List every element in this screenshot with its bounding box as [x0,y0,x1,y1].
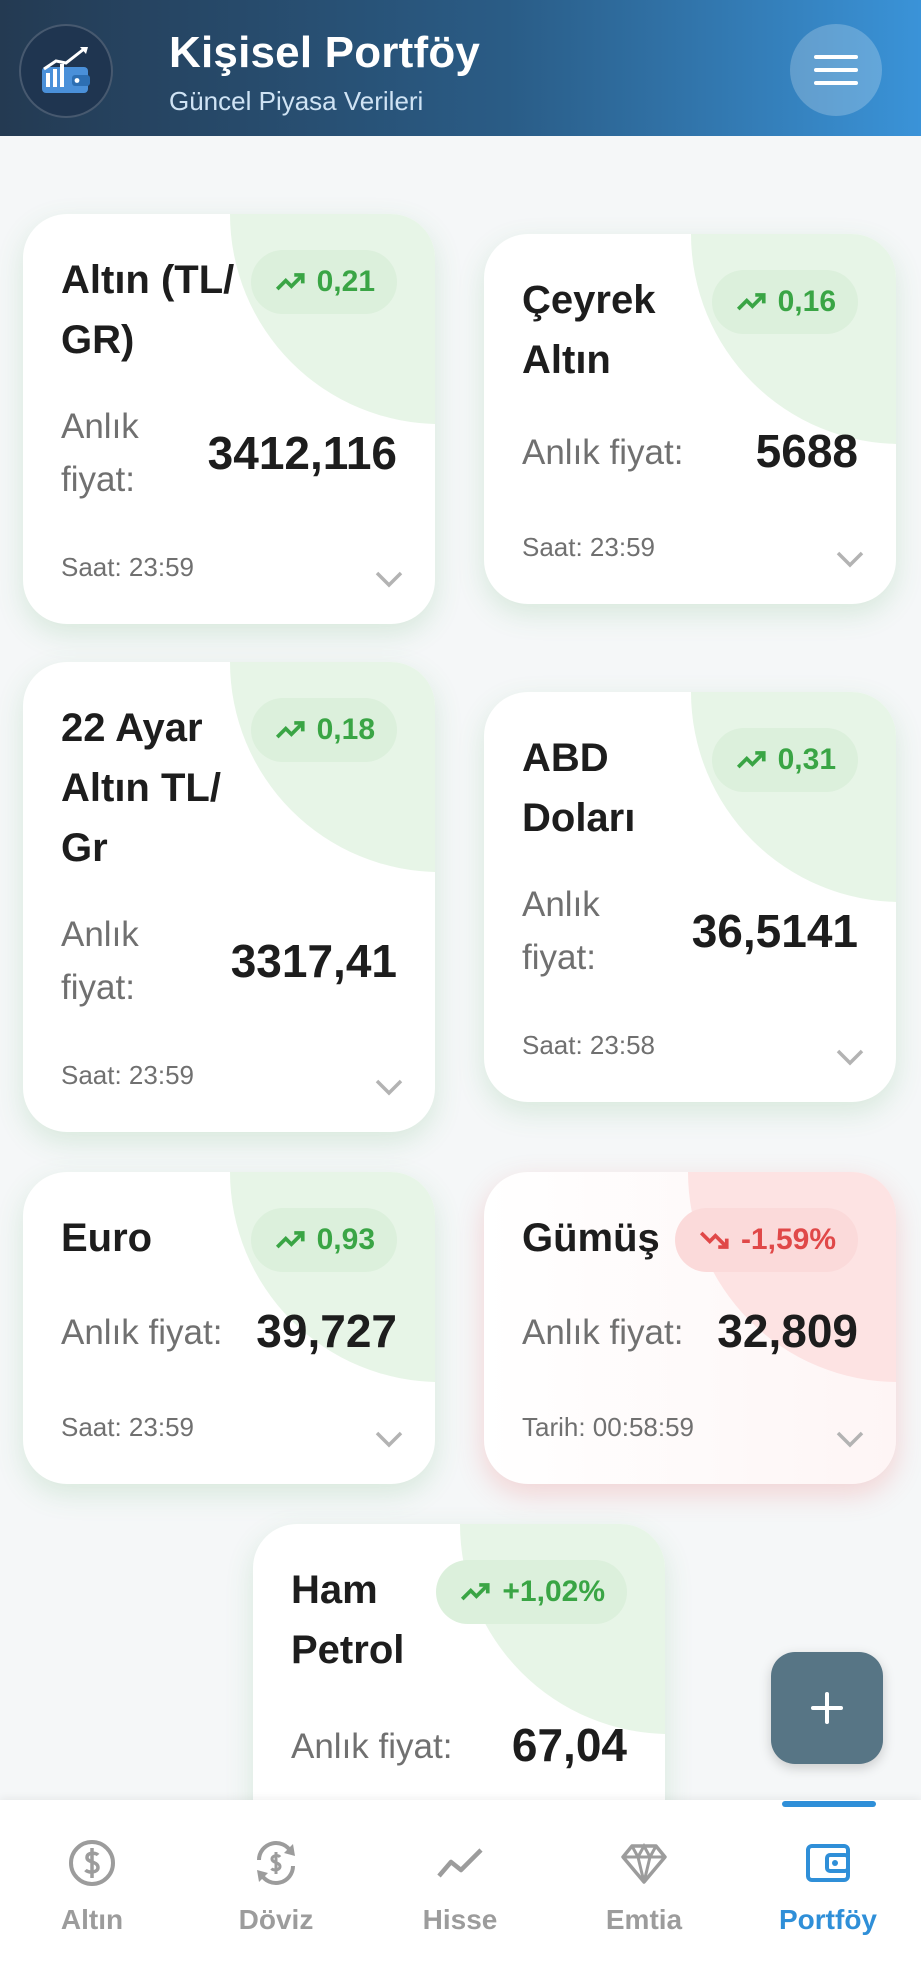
change-value: 0,18 [316,713,375,746]
chevron-down-icon[interactable] [834,549,866,569]
nav-label: Hisse [422,1904,498,1935]
nav-item-portfoy[interactable]: Portföy [736,1800,920,1975]
active-tab-indicator [782,1801,876,1807]
asset-name: Çeyrek Altın [522,278,656,382]
add-asset-button[interactable] [771,1652,883,1764]
trend-up-icon [275,273,305,291]
trend-down-icon [699,1231,729,1249]
price-value: 32,809 [717,1305,858,1357]
nav-item-altin[interactable]: Altın [0,1800,184,1975]
trend-up-icon [736,751,766,769]
nav-item-emtia[interactable]: Emtia [552,1800,736,1975]
change-value: 0,21 [316,265,375,298]
chevron-down-icon[interactable] [834,1047,866,1067]
chevron-down-icon[interactable] [373,569,405,589]
change-value: +1,02% [502,1575,605,1608]
price-value: 39,727 [256,1305,397,1357]
change-badge: 0,21 [250,250,397,314]
asset-name: Euro [61,1216,153,1260]
asset-name: Ham Petrol [291,1568,405,1672]
app-title: Kişisel Portföy [169,28,481,77]
asset-name: 22 Ayar Altın TL/ Gr [61,706,221,870]
update-time: Saat: 23:59 [522,532,655,562]
trending-line-icon [437,1848,483,1878]
asset-name: ABD Doları [522,736,636,840]
change-badge: +1,02% [436,1560,627,1624]
update-time: Saat: 23:59 [61,552,194,582]
price-label: Anlık fiyat: [61,1313,223,1352]
asset-card-usd[interactable]: ABD Doları 0,31 Anlık fiyat: 36,5141 Saa… [484,692,896,1102]
update-time: Saat: 23:59 [61,1412,194,1442]
asset-card-quarter-gold[interactable]: Çeyrek Altın 0,16 Anlık fiyat: 5688 Saat… [484,234,896,604]
asset-card-euro[interactable]: Euro 0,93 Anlık fiyat: 39,727 Saat: 23:5… [23,1172,435,1484]
nav-item-doviz[interactable]: Döviz [184,1800,368,1975]
price-value: 67,04 [511,1719,627,1771]
change-value: 0,31 [777,743,836,776]
nav-label: Altın [60,1904,124,1935]
price-label: Anlık fiyat: [61,407,139,499]
price-label: Anlık fiyat: [291,1727,453,1766]
update-time: Tarih: 00:58:59 [522,1412,695,1442]
price-label: Anlık fiyat: [61,915,139,1007]
trend-up-icon [275,721,305,739]
asset-card-silver[interactable]: Gümüş -1,59% Anlık fiyat: 32,809 Tarih: … [484,1172,896,1484]
app-subtitle: Güncel Piyasa Verileri [169,86,424,116]
bottom-navigation: Altın Döviz Hisse Emtia Portföy [0,1800,921,1975]
price-label: Anlık fiyat: [522,1313,684,1352]
change-badge: 0,93 [250,1208,397,1272]
price-label: Anlık fiyat: [522,433,684,472]
change-badge: -1,59% [674,1208,858,1272]
price-value: 36,5141 [691,905,858,957]
update-time: Saat: 23:58 [522,1030,655,1060]
trend-up-icon [461,1583,490,1601]
nav-label: Döviz [238,1904,314,1935]
chevron-down-icon[interactable] [373,1429,405,1449]
hamburger-menu-icon [814,55,858,85]
chevron-down-icon[interactable] [373,1077,405,1097]
change-badge: 0,31 [711,728,858,792]
price-label: Anlık fiyat: [522,885,600,977]
change-badge: 0,18 [250,698,397,762]
chevron-down-icon[interactable] [834,1429,866,1449]
dollar-circle-icon [69,1840,115,1886]
nav-label: Portföy [779,1904,877,1935]
asset-name: Altın (TL/ GR) [61,258,235,362]
change-value: -1,59% [740,1223,836,1256]
price-value: 3412,116 [207,427,397,479]
asset-card-gram-gold[interactable]: Altın (TL/ GR) 0,21 Anlık fiyat: 3412,11… [23,214,435,624]
nav-item-hisse[interactable]: Hisse [368,1800,552,1975]
asset-card-22k-gold[interactable]: 22 Ayar Altın TL/ Gr 0,18 Anlık fiyat: 3… [23,662,435,1132]
nav-label: Emtia [605,1904,683,1935]
menu-button[interactable] [790,24,882,116]
wallet-chart-icon [19,24,113,118]
plus-icon [811,1692,843,1724]
currency-exchange-icon [257,1841,295,1885]
wallet-icon [806,1844,850,1882]
diamond-icon [621,1842,667,1884]
price-value: 5688 [755,425,858,477]
update-time: Saat: 23:59 [61,1060,194,1090]
trend-up-icon [736,293,766,311]
app-header: Kişisel Portföy Güncel Piyasa Verileri [0,0,921,136]
trend-up-icon [275,1231,305,1249]
change-value: 0,16 [777,285,836,318]
price-value: 3317,41 [230,935,397,987]
asset-name: Gümüş [522,1216,660,1260]
change-badge: 0,16 [711,270,858,334]
change-value: 0,93 [316,1223,375,1256]
